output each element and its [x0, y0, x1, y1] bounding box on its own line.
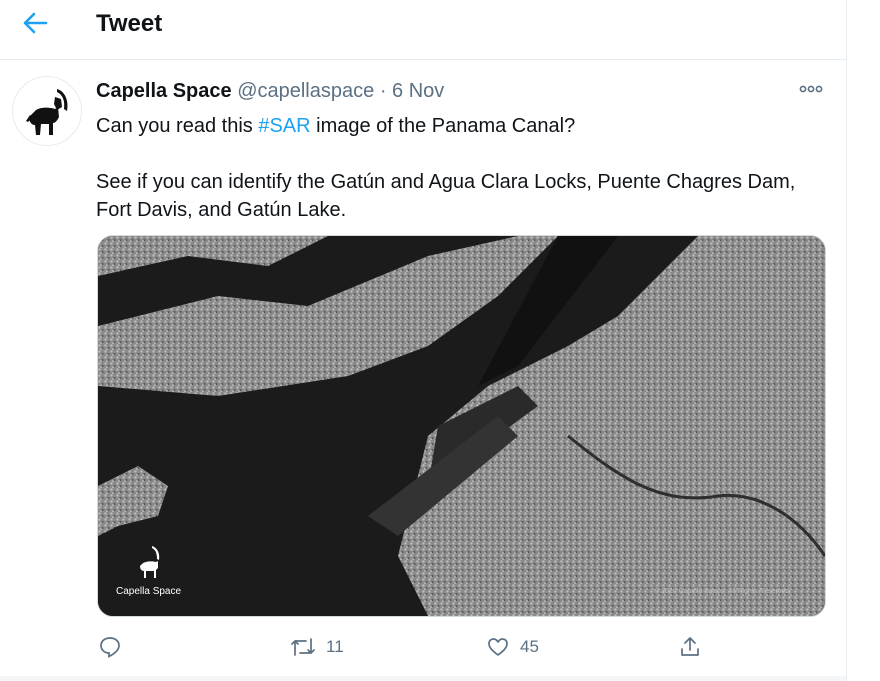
reply-button[interactable] — [98, 630, 122, 664]
like-icon — [488, 638, 508, 656]
share-button[interactable] — [678, 630, 702, 664]
retweet-button[interactable]: 11 — [290, 630, 344, 664]
back-arrow-icon[interactable] — [18, 8, 52, 38]
capella-logo-icon — [140, 546, 160, 578]
page-title: Tweet — [96, 10, 163, 37]
like-button[interactable]: 45 — [486, 630, 539, 664]
tweet-actions: 11 45 — [0, 630, 846, 666]
text-fragment: Can you read this — [96, 115, 259, 137]
retweet-icon — [291, 638, 315, 656]
text-fragment: image of the Panama Canal? — [310, 115, 576, 137]
share-icon — [681, 637, 699, 656]
column-border — [846, 0, 847, 681]
ibex-logo-icon — [26, 89, 68, 135]
image-copyright: © 2020 Capella Space. All Rights Reserve… — [654, 588, 792, 595]
sar-image — [98, 236, 825, 616]
bottom-divider — [0, 676, 846, 681]
dot-separator: · — [379, 80, 387, 102]
tweet-header: Capella Space @capellaspace · 6 Nov — [96, 80, 444, 103]
header-divider — [0, 59, 846, 60]
hashtag-link[interactable]: #SAR — [258, 115, 310, 137]
avatar[interactable] — [12, 76, 82, 146]
tweet-line-2: See if you can identify the Gatún and Ag… — [96, 171, 796, 221]
more-icon[interactable] — [798, 82, 824, 96]
retweet-count: 11 — [326, 637, 344, 656]
header-bar: Tweet — [0, 0, 846, 52]
author-handle[interactable]: @capellaspace — [237, 80, 374, 102]
author-name[interactable]: Capella Space — [96, 80, 232, 102]
tweet-line-1: Can you read this #SAR image of the Pana… — [96, 112, 836, 140]
image-logo-text: Capella Space — [116, 586, 182, 597]
reply-icon — [100, 637, 120, 658]
tweet-date[interactable]: 6 Nov — [392, 80, 444, 102]
tweet-image[interactable]: Capella Space © 2020 Capella Space. All … — [97, 235, 826, 617]
tweet-text: Can you read this #SAR image of the Pana… — [96, 112, 836, 224]
like-count: 45 — [520, 637, 539, 656]
